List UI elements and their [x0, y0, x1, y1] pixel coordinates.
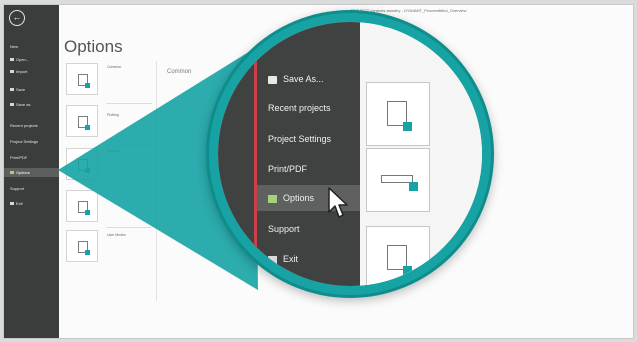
options-icon	[10, 171, 14, 175]
sidebar-item-label: Open...	[16, 57, 30, 62]
sidebar-item-label: Exit	[16, 201, 23, 206]
common-options-icon	[78, 74, 90, 88]
save-as-icon	[10, 103, 14, 107]
sidebar-item-recent-projects[interactable]: Recent projects	[4, 121, 59, 130]
mouse-cursor-icon	[328, 187, 348, 218]
sidebar-item-label: Recent projects	[10, 123, 38, 128]
title-bar: PROJECT contents standby - DYNAMIT_Proce…	[4, 5, 633, 21]
lens-menu-exit[interactable]: Exit	[268, 246, 360, 272]
category-tile-defaults[interactable]	[66, 148, 98, 180]
lens-menu-print-pdf[interactable]: Print/PDF	[268, 156, 360, 182]
defaults-icon	[78, 159, 90, 173]
sidebar-item-label: Print/PDF	[10, 155, 28, 160]
lens-menu-label: Save As...	[283, 74, 324, 84]
category-label: User Modes	[107, 233, 126, 237]
category-tile-user-modes[interactable]	[66, 230, 98, 262]
import-icon	[10, 70, 14, 74]
plotting-document-icon	[387, 101, 412, 131]
category-tile-common[interactable]	[66, 63, 98, 95]
plotting-icon	[78, 116, 90, 130]
sidebar-item-save-as[interactable]: Save as	[4, 100, 59, 109]
save-icon	[10, 88, 14, 92]
faded-setting-row	[174, 133, 214, 134]
folder-icon	[10, 58, 14, 62]
faded-setting-row	[174, 165, 214, 166]
sidebar-item-import[interactable]: Import	[4, 67, 59, 76]
exit-icon	[268, 255, 277, 264]
sidebar-item-exit[interactable]: Exit	[4, 199, 59, 208]
sidebar-item-label: Save as	[16, 102, 31, 107]
divider	[106, 227, 152, 228]
lens-menu-save-as[interactable]: Save As...	[268, 66, 360, 92]
sidebar-item-new[interactable]: New	[4, 42, 59, 51]
settings-document-icon	[78, 201, 90, 215]
sidebar-item-save[interactable]: Save	[4, 85, 59, 94]
settings-tile[interactable]	[366, 226, 430, 286]
back-arrow-icon[interactable]: ←	[9, 10, 25, 26]
divider	[106, 103, 152, 104]
category-label: Plotting	[107, 113, 119, 117]
lens-menu-project-settings[interactable]: Project Settings	[268, 126, 360, 152]
lens-menu-label: Exit	[283, 254, 299, 264]
plotting-tile[interactable]	[366, 82, 430, 146]
sidebar-item-label: Project Settings	[10, 139, 39, 144]
page-title: Options	[64, 37, 123, 56]
category-tile-4[interactable]	[66, 190, 98, 222]
sidebar-item-print-pdf[interactable]: Print/PDF	[4, 153, 59, 162]
lens-menu-recent-projects[interactable]: Recent projects	[268, 95, 360, 121]
sidebar-item-open[interactable]: Open...	[4, 55, 59, 64]
save-icon	[268, 75, 277, 84]
sidebar-item-label: Import	[16, 69, 28, 74]
sidebar-item-label: Options	[16, 170, 30, 175]
connection-icon	[381, 175, 418, 191]
backstage-sidebar: ← New Open... Import Save Save as Recent…	[4, 5, 59, 338]
window-title: PROJECT contents standby - DYNAMIT_Proce…	[350, 8, 467, 13]
sidebar-item-options[interactable]: Options	[4, 168, 59, 177]
category-label: Common	[107, 65, 122, 69]
category-label: Defaults	[107, 149, 120, 153]
divider	[106, 145, 152, 146]
faded-setting-row	[174, 101, 214, 102]
lens-menu-label: Project Settings	[268, 134, 332, 144]
column-divider	[156, 61, 157, 301]
settings-document-icon	[387, 245, 412, 275]
category-tile-plotting[interactable]	[66, 105, 98, 137]
red-accent-bar	[254, 22, 257, 286]
lens-menu-label: Support	[268, 224, 300, 234]
lens-menu-label: Options	[283, 193, 315, 203]
exit-icon	[10, 202, 14, 206]
sidebar-item-label: New	[10, 44, 19, 49]
lens-menu-label: Print/PDF	[268, 164, 308, 174]
sidebar-item-project-settings[interactable]: Project Settings	[4, 137, 59, 146]
lens-options-tiles	[360, 22, 482, 286]
sidebar-item-support[interactable]: Support	[4, 184, 59, 193]
lens-menu-label: Recent projects	[268, 103, 331, 113]
sidebar-item-label: Save	[16, 87, 26, 92]
magnifier-lens: Save As... Recent projects Project Setti…	[218, 22, 482, 286]
user-modes-icon	[78, 241, 90, 255]
divider	[106, 187, 152, 188]
section-heading: Common	[167, 69, 192, 75]
options-icon	[268, 194, 277, 203]
defaults-tile[interactable]	[366, 148, 430, 212]
lens-sidebar: Save As... Recent projects Project Setti…	[218, 22, 360, 286]
sidebar-item-label: Support	[10, 186, 25, 191]
